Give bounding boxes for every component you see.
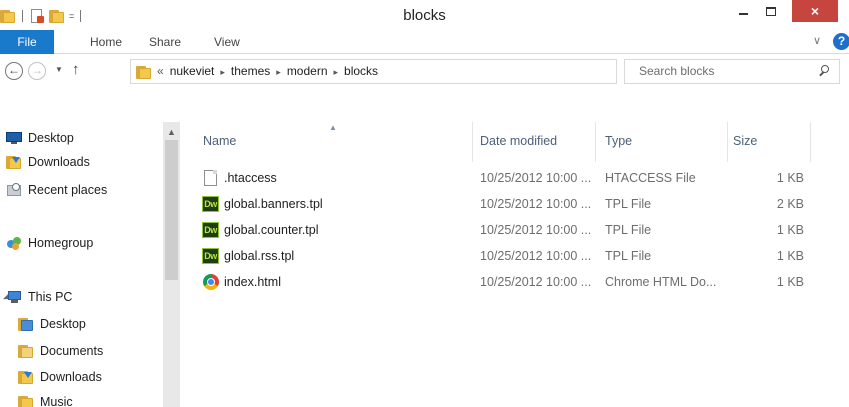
column-header-date-modified[interactable]: Date modified (473, 122, 595, 162)
maximize-button[interactable] (756, 0, 786, 22)
nav-item-label: Homegroup (28, 236, 94, 250)
ribbon: File Home Share View ∨ ? (0, 30, 849, 54)
file-name: .htaccess (224, 171, 277, 185)
tab-home[interactable]: Home (90, 30, 122, 54)
file-date-modified: 10/25/2012 10:00 ... (480, 171, 592, 185)
sort-ascending-icon: ▲ (329, 123, 337, 132)
nav-item-label: Desktop (40, 317, 86, 331)
minimize-button[interactable] (730, 0, 756, 22)
column-header-label: Name (203, 134, 237, 148)
file-date-modified: 10/25/2012 10:00 ... (480, 275, 592, 289)
file-date-modified: 10/25/2012 10:00 ... (480, 223, 592, 237)
nav-item-label: Recent places (28, 183, 108, 197)
address-toolbar: ← → ▼ ↑ «nukeviet▸themes▸modern▸blocks ∨… (0, 55, 849, 89)
file-list: ▲ Name Date modified Type Size .htaccess… (190, 122, 849, 407)
nav-item-label: Downloads (40, 370, 102, 384)
file-name: global.banners.tpl (224, 197, 323, 211)
column-header-name[interactable]: ▲ Name (190, 122, 470, 162)
computer-icon (6, 289, 22, 305)
file-name: index.html (224, 275, 281, 289)
column-divider[interactable] (810, 122, 811, 162)
file-name: global.counter.tpl (224, 223, 319, 237)
file-row[interactable]: index.html 10/25/2012 10:00 ... Chrome H… (190, 269, 849, 295)
column-header-size[interactable]: Size (728, 122, 810, 162)
maximize-icon (766, 6, 776, 16)
file-size: 2 KB (776, 197, 804, 211)
file-row[interactable]: Dw global.counter.tpl 10/25/2012 10:00 .… (190, 217, 849, 243)
file-row[interactable]: .htaccess 10/25/2012 10:00 ... HTACCESS … (190, 165, 849, 191)
explorer-window: = blocks × File Home Share View ∨ ? ← → … (0, 0, 849, 407)
column-header-label: Date modified (480, 134, 558, 148)
back-button[interactable]: ← (5, 62, 23, 80)
nav-item-label: Downloads (28, 155, 90, 169)
tab-share[interactable]: Share (149, 30, 181, 54)
breadcrumb-overflow[interactable]: « (157, 64, 164, 78)
documents-folder-icon (18, 343, 34, 359)
address-bar[interactable]: «nukeviet▸themes▸modern▸blocks ∨ ↻ (130, 59, 655, 84)
navigation-pane: Desktop Downloads Recent places Homegrou… (0, 122, 180, 407)
file-size: 1 KB (776, 275, 804, 289)
breadcrumb-item[interactable]: themes (231, 64, 270, 78)
folder-icon (136, 64, 152, 80)
expand-ribbon-icon[interactable]: ∨ (813, 34, 821, 47)
tab-file[interactable]: File (0, 30, 54, 54)
file-type: TPL File (605, 223, 652, 237)
nav-item-label: Documents (40, 344, 104, 358)
breadcrumb-item[interactable]: nukeviet (170, 64, 215, 78)
recent-locations-icon[interactable]: ▼ (55, 65, 63, 74)
column-header-type[interactable]: Type (596, 122, 727, 162)
homegroup-icon (6, 235, 22, 251)
breadcrumb-separator-icon[interactable]: ▸ (220, 67, 225, 77)
file-row[interactable]: Dw global.rss.tpl 10/25/2012 10:00 ... T… (190, 243, 849, 269)
column-header-label: Size (733, 134, 758, 148)
desktop-icon (6, 130, 22, 146)
search-icon[interactable] (818, 65, 830, 77)
breadcrumb-separator-icon[interactable]: ▸ (276, 67, 281, 77)
tab-view[interactable]: View (214, 30, 240, 54)
dreamweaver-file-icon: Dw (202, 196, 219, 212)
file-type: TPL File (605, 249, 652, 263)
forward-button[interactable]: → (28, 62, 46, 80)
breadcrumb: « nukeviet ▸ themes ▸ modern ▸ blocks (157, 60, 378, 83)
breadcrumb-item[interactable]: modern (287, 64, 328, 78)
up-button[interactable]: ↑ (72, 61, 80, 78)
dreamweaver-file-icon: Dw (202, 222, 219, 238)
file-name: global.rss.tpl (224, 249, 295, 263)
file-type: HTACCESS File (605, 171, 696, 185)
window-title: blocks (403, 7, 446, 24)
nav-item-label: Music (40, 395, 73, 407)
file-type: TPL File (605, 197, 652, 211)
scroll-up-icon[interactable]: ▲ (167, 127, 176, 137)
desktop-folder-icon (18, 316, 34, 332)
help-icon[interactable]: ? (833, 33, 849, 50)
nav-item-label: Desktop (28, 131, 74, 145)
file-date-modified: 10/25/2012 10:00 ... (480, 249, 592, 263)
breadcrumb-separator-icon[interactable]: ▸ (334, 67, 339, 77)
title-bar: = blocks × (0, 0, 849, 30)
scrollbar-thumb[interactable] (165, 140, 178, 280)
downloads-folder-icon (6, 154, 22, 170)
search-box[interactable]: Search blocks (624, 59, 840, 84)
file-row[interactable]: Dw global.banners.tpl 10/25/2012 10:00 .… (190, 191, 849, 217)
search-placeholder: Search blocks (639, 64, 715, 78)
file-size: 1 KB (776, 171, 804, 185)
breadcrumb-item[interactable]: blocks (344, 64, 378, 78)
navigation-pane-scrollbar[interactable]: ▲ (163, 122, 180, 407)
file-date-modified: 10/25/2012 10:00 ... (480, 197, 592, 211)
file-size: 1 KB (776, 249, 804, 263)
chrome-file-icon (203, 274, 219, 290)
music-folder-icon (18, 394, 34, 407)
downloads-folder-icon (18, 369, 34, 385)
file-type: Chrome HTML Do... (605, 275, 717, 289)
minimize-icon (738, 13, 748, 15)
close-button[interactable]: × (792, 0, 838, 22)
generic-file-icon (203, 170, 219, 186)
column-header-label: Type (605, 134, 633, 148)
recent-places-icon (6, 182, 22, 198)
dreamweaver-file-icon: Dw (202, 248, 219, 264)
nav-item-label: This PC (28, 290, 73, 304)
file-size: 1 KB (776, 223, 804, 237)
